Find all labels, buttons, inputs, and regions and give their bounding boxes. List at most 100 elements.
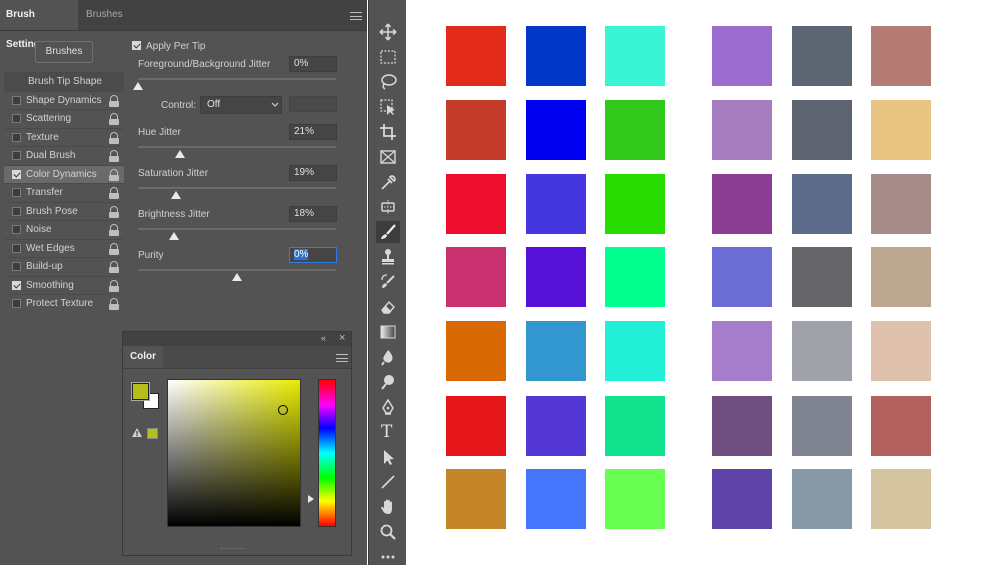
option-label: Wet Edges bbox=[26, 242, 75, 254]
out-of-gamut-warning-icon[interactable] bbox=[131, 427, 143, 438]
lock-icon[interactable] bbox=[109, 113, 119, 125]
fg-bg-jitter-slider-track[interactable] bbox=[138, 78, 336, 80]
option-texture[interactable]: Texture bbox=[4, 127, 124, 147]
color-swatch-right-r6-c2 bbox=[792, 396, 852, 456]
checkbox[interactable] bbox=[12, 206, 21, 216]
resize-grip[interactable] bbox=[221, 548, 245, 551]
move-tool-icon bbox=[379, 23, 397, 41]
eraser-tool[interactable] bbox=[376, 296, 400, 318]
clone-stamp-tool[interactable] bbox=[376, 246, 400, 268]
marquee-tool[interactable] bbox=[376, 46, 400, 68]
path-selection-tool[interactable] bbox=[376, 446, 400, 468]
hue-slider[interactable] bbox=[318, 379, 336, 527]
option-brush-tip-shape[interactable]: Brush Tip Shape bbox=[4, 72, 124, 91]
hand-tool[interactable] bbox=[376, 496, 400, 518]
type-tool[interactable]: T bbox=[376, 421, 400, 443]
lock-icon[interactable] bbox=[109, 168, 119, 181]
object-select-tool[interactable] bbox=[376, 96, 400, 118]
lock-icon[interactable] bbox=[109, 187, 119, 199]
fg-bg-jitter-input[interactable]: 0% bbox=[289, 56, 337, 72]
color-swatch-right-r5-c2 bbox=[792, 321, 852, 381]
checkbox[interactable] bbox=[12, 280, 21, 290]
option-wet-edges[interactable]: Wet Edges bbox=[4, 238, 124, 258]
option-scattering[interactable]: Scattering bbox=[4, 109, 124, 128]
purity-input[interactable]: 0% bbox=[289, 247, 337, 263]
purity-slider-track[interactable] bbox=[138, 269, 336, 271]
tab-brush-settings[interactable]: Brush Settings bbox=[0, 0, 78, 50]
hue-slider-marker[interactable] bbox=[308, 495, 314, 503]
panel-menu-icon[interactable] bbox=[336, 354, 348, 362]
lock-icon[interactable] bbox=[109, 261, 119, 273]
lock-icon[interactable] bbox=[109, 150, 119, 162]
checkbox[interactable] bbox=[12, 262, 21, 271]
fg-bg-jitter-slider-thumb[interactable] bbox=[133, 82, 143, 90]
pen-tool[interactable] bbox=[376, 396, 400, 418]
checkbox[interactable] bbox=[12, 243, 21, 253]
lock-icon[interactable] bbox=[109, 94, 119, 107]
collapse-icon[interactable]: « bbox=[321, 333, 326, 343]
checkbox[interactable] bbox=[12, 169, 21, 179]
checkbox[interactable] bbox=[12, 114, 21, 123]
lock-icon[interactable] bbox=[109, 298, 119, 310]
tab-color[interactable]: Color bbox=[123, 346, 163, 368]
lasso-tool[interactable] bbox=[376, 71, 400, 93]
checkbox[interactable] bbox=[12, 95, 21, 105]
frame-tool[interactable] bbox=[376, 146, 400, 168]
close-icon[interactable]: × bbox=[339, 332, 345, 344]
saturation-jitter-input[interactable]: 19% bbox=[289, 165, 337, 181]
brightness-jitter-input[interactable]: 18% bbox=[289, 206, 337, 222]
option-protect-texture[interactable]: Protect Texture bbox=[4, 294, 124, 313]
checkbox[interactable] bbox=[12, 188, 21, 197]
option-build-up[interactable]: Build-up bbox=[4, 257, 124, 276]
panel-menu-icon[interactable] bbox=[350, 12, 362, 20]
saturation-jitter-slider-thumb[interactable] bbox=[170, 191, 181, 199]
brush-tool[interactable] bbox=[376, 221, 400, 243]
option-color-dynamics[interactable]: Color Dynamics bbox=[4, 164, 124, 183]
history-brush-tool[interactable] bbox=[376, 271, 400, 293]
healing-brush-tool[interactable] bbox=[376, 196, 400, 218]
blur-tool[interactable] bbox=[376, 346, 400, 368]
option-dual-brush[interactable]: Dual Brush bbox=[4, 146, 124, 165]
dodge-tool[interactable] bbox=[376, 371, 400, 393]
brightness-jitter-slider-track[interactable] bbox=[138, 228, 336, 230]
hue-jitter-slider-track[interactable] bbox=[138, 146, 336, 148]
tab-brushes[interactable]: Brushes bbox=[80, 0, 130, 30]
more-tools[interactable] bbox=[376, 550, 400, 562]
option-smoothing[interactable]: Smoothing bbox=[4, 275, 124, 295]
color-swatch-left-r5-c1 bbox=[446, 321, 506, 381]
gradient-tool[interactable] bbox=[376, 321, 400, 343]
saturation-brightness-field[interactable] bbox=[167, 379, 301, 527]
lock-icon[interactable] bbox=[109, 131, 119, 144]
foreground-color-swatch[interactable] bbox=[131, 382, 150, 401]
color-picker-cursor[interactable] bbox=[278, 405, 288, 415]
option-brush-pose[interactable]: Brush Pose bbox=[4, 201, 124, 221]
option-label: Scattering bbox=[26, 113, 72, 124]
brightness-jitter-slider-thumb[interactable] bbox=[168, 232, 179, 240]
checkbox[interactable] bbox=[12, 132, 21, 142]
zoom-tool[interactable] bbox=[376, 521, 400, 543]
checkbox[interactable] bbox=[12, 151, 21, 160]
hue-jitter-input[interactable]: 21% bbox=[289, 124, 337, 140]
color-panel-titlebar[interactable]: « × bbox=[123, 332, 351, 346]
brushes-button[interactable]: Brushes bbox=[35, 41, 93, 63]
option-shape-dynamics[interactable]: Shape Dynamics bbox=[4, 90, 124, 110]
lock-icon[interactable] bbox=[109, 279, 119, 292]
lock-icon[interactable] bbox=[109, 224, 119, 236]
option-label: Color Dynamics bbox=[26, 168, 97, 180]
apply-per-tip-checkbox[interactable] bbox=[132, 41, 141, 50]
hue-jitter-slider-thumb[interactable] bbox=[174, 150, 185, 158]
control-dropdown[interactable]: Off bbox=[200, 96, 282, 114]
gamut-color-swatch[interactable] bbox=[147, 428, 158, 439]
eyedropper-tool[interactable] bbox=[376, 171, 400, 193]
move-tool[interactable] bbox=[376, 21, 400, 43]
lock-icon[interactable] bbox=[109, 205, 119, 218]
saturation-jitter-slider-track[interactable] bbox=[138, 187, 336, 189]
checkbox[interactable] bbox=[12, 299, 21, 308]
line-tool[interactable] bbox=[376, 471, 400, 493]
purity-slider-thumb[interactable] bbox=[232, 273, 242, 281]
crop-tool[interactable] bbox=[376, 121, 400, 143]
checkbox[interactable] bbox=[12, 225, 21, 234]
option-noise[interactable]: Noise bbox=[4, 220, 124, 239]
option-transfer[interactable]: Transfer bbox=[4, 183, 124, 202]
lock-icon[interactable] bbox=[109, 242, 119, 255]
